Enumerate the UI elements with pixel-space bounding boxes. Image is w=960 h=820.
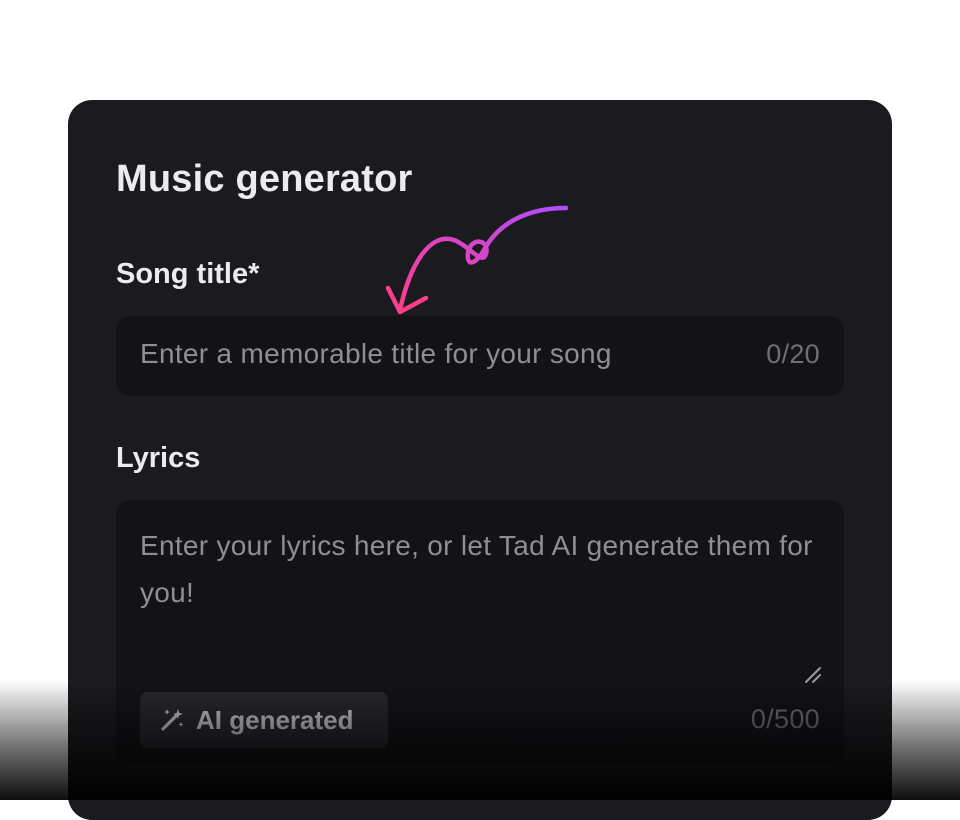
song-title-placeholder: Enter a memorable title for your song bbox=[140, 338, 612, 369]
form-title: Music generator bbox=[116, 158, 413, 200]
curly-arrow-icon bbox=[385, 205, 569, 315]
song-title-input[interactable]: Enter a memorable title for your song 0/… bbox=[116, 316, 844, 396]
song-title-counter: 0/20 bbox=[766, 339, 820, 369]
ai-generated-button[interactable]: AI generated bbox=[140, 692, 388, 748]
resize-handle-icon[interactable] bbox=[804, 666, 822, 684]
song-title-label: Song title* bbox=[116, 258, 260, 290]
lyrics-label: Lyrics bbox=[116, 442, 201, 474]
magic-wand-icon bbox=[161, 709, 184, 731]
lyrics-placeholder: Enter your lyrics here, or let Tad AI ge… bbox=[140, 530, 813, 608]
lyrics-counter: 0/500 bbox=[750, 704, 820, 734]
lyrics-textarea[interactable]: Enter your lyrics here, or let Tad AI ge… bbox=[116, 500, 844, 764]
ai-generated-label: AI generated bbox=[196, 704, 354, 735]
